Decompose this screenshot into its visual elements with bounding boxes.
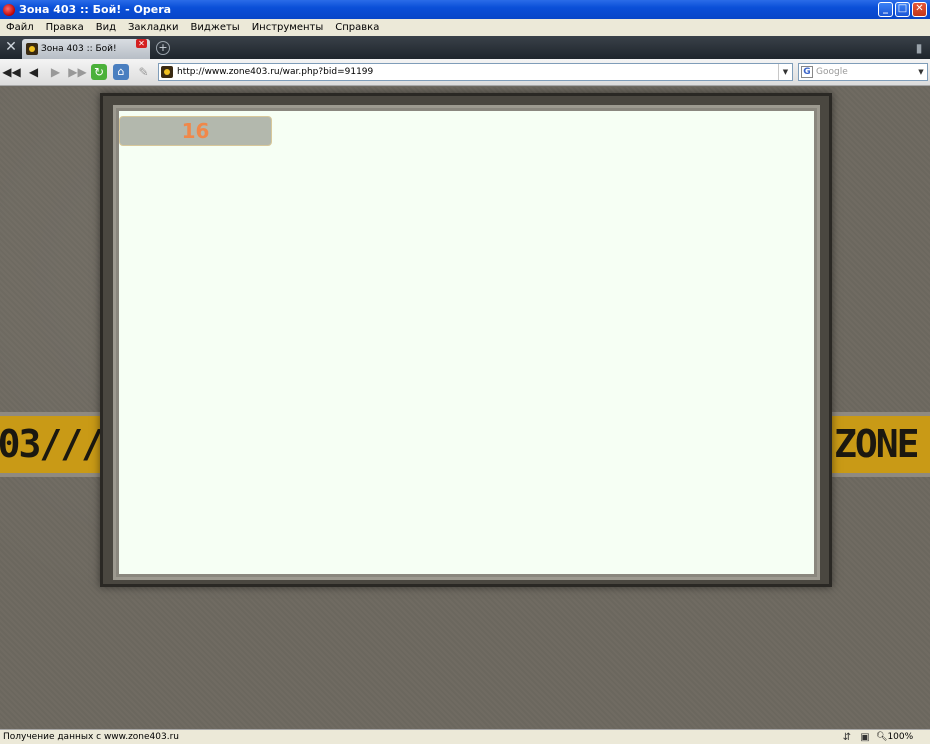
- edit-pen-icon[interactable]: ✎: [133, 62, 154, 83]
- new-tab-icon[interactable]: +: [156, 40, 170, 55]
- trash-icon[interactable]: ▮: [908, 41, 930, 55]
- battle-frame: 16: [100, 93, 832, 587]
- search-field[interactable]: G Google ▼: [798, 63, 928, 81]
- address-url[interactable]: http://www.zone403.ru/war.php?bid=91199: [177, 67, 778, 77]
- menu-bar: Файл Правка Вид Закладки Виджеты Инструм…: [0, 19, 930, 36]
- forward-icon[interactable]: ▶: [45, 62, 66, 83]
- menu-view[interactable]: Вид: [90, 22, 122, 33]
- search-placeholder[interactable]: Google: [816, 67, 915, 77]
- title-bar: Зона 403 :: Бой! - Opera _ □ ✕: [0, 0, 930, 19]
- menu-widgets[interactable]: Виджеты: [185, 22, 246, 33]
- tab-label: Зона 403 :: Бой!: [41, 44, 117, 54]
- wrench-icon[interactable]: ✕: [0, 36, 22, 59]
- image-toggle-icon[interactable]: ▣: [856, 732, 874, 743]
- rewind-icon[interactable]: ◀◀: [1, 62, 22, 83]
- tab-active[interactable]: Зона 403 :: Бой! ✕: [22, 39, 150, 59]
- reload-icon[interactable]: ↻: [91, 64, 107, 80]
- page-viewport: 03/// ZONE 16: [0, 87, 930, 729]
- tab-close-icon[interactable]: ✕: [136, 39, 147, 48]
- zoom-control[interactable]: 🔍︎ 100%: [874, 732, 930, 742]
- tape-banner-left: 03///: [0, 412, 104, 477]
- tab-bar: ✕ Зона 403 :: Бой! ✕ + ▮: [0, 36, 930, 59]
- window-title: Зона 403 :: Бой! - Opera: [19, 3, 172, 16]
- address-favicon-icon: [161, 66, 173, 78]
- back-icon[interactable]: ◀: [23, 62, 44, 83]
- menu-edit[interactable]: Правка: [40, 22, 90, 33]
- close-button[interactable]: ✕: [912, 2, 927, 17]
- timer-counter: 16: [119, 116, 272, 146]
- tape-text-left: 03///: [0, 422, 104, 466]
- battle-content[interactable]: 16: [119, 111, 814, 574]
- zoom-value: 100%: [887, 732, 914, 742]
- home-icon[interactable]: ⌂: [113, 64, 129, 80]
- menu-file[interactable]: Файл: [0, 22, 40, 33]
- menu-help[interactable]: Справка: [329, 22, 385, 33]
- status-text: Получение данных с www.zone403.ru: [3, 732, 179, 742]
- site-favicon-icon: [26, 43, 38, 55]
- address-bar[interactable]: http://www.zone403.ru/war.php?bid=91199 …: [158, 63, 793, 81]
- google-icon[interactable]: G: [801, 66, 813, 78]
- navigation-toolbar: ◀◀ ◀ ▶ ▶▶ ↻ ⌂ ✎ http://www.zone403.ru/wa…: [0, 59, 930, 86]
- status-bar: Получение данных с www.zone403.ru ⇵ ▣ 🔍︎…: [0, 729, 930, 744]
- search-dropdown-icon[interactable]: ▼: [915, 68, 927, 76]
- menu-tools[interactable]: Инструменты: [246, 22, 330, 33]
- tape-banner-right: ZONE: [828, 412, 930, 477]
- maximize-button[interactable]: □: [895, 2, 910, 17]
- tape-text-right: ZONE: [834, 422, 920, 466]
- minimize-button[interactable]: _: [878, 2, 893, 17]
- opera-icon: [3, 3, 15, 16]
- address-dropdown-icon[interactable]: ▼: [778, 64, 792, 80]
- fast-forward-icon[interactable]: ▶▶: [67, 62, 88, 83]
- zoom-icon: 🔍︎: [876, 732, 888, 742]
- traffic-icon[interactable]: ⇵: [838, 732, 856, 743]
- battle-frame-inner: 16: [113, 105, 820, 580]
- menu-bookmarks[interactable]: Закладки: [122, 22, 185, 33]
